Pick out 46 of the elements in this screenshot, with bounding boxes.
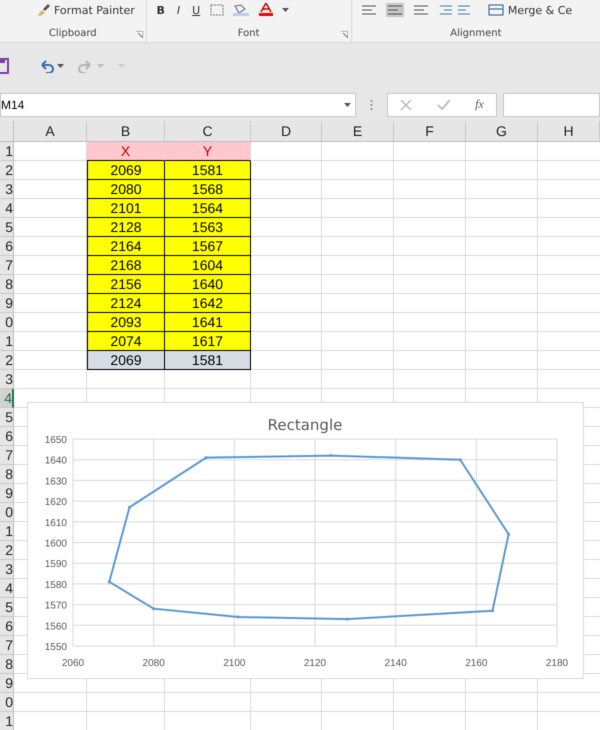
table-cell: 2074	[87, 332, 165, 351]
group-label: Clipboard	[48, 28, 97, 39]
table-cell: 1568	[165, 180, 251, 199]
table-cell: 2124	[87, 294, 165, 313]
axis-label: 2120	[304, 658, 326, 669]
axis-label: 1580	[44, 580, 67, 591]
axis-label: 2140	[384, 658, 407, 669]
group-label: Font	[238, 28, 260, 39]
table-cell: 2093	[87, 313, 165, 332]
table-cell: 1581	[165, 351, 251, 370]
table-cell: 2156	[87, 275, 165, 294]
axis-label: 1620	[44, 497, 67, 508]
table-cell: 2080	[87, 180, 165, 199]
table-cell: 1617	[165, 332, 251, 351]
table-cell: 1581	[165, 161, 251, 180]
axis-label: 1570	[44, 600, 67, 612]
axis-label: 1560	[44, 621, 67, 632]
axis-label: 2100	[223, 658, 246, 669]
axis-label: 2160	[465, 658, 488, 669]
chart-title: Rectangle	[268, 416, 342, 434]
table-cell: 2069	[87, 351, 165, 370]
axis-label: 1610	[44, 518, 67, 529]
axis-label: 1590	[44, 559, 67, 570]
table-cell: 2101	[87, 199, 165, 218]
table-cell: 2168	[87, 256, 165, 275]
axis-label: 1630	[44, 476, 67, 488]
group-label: Alignment	[450, 28, 502, 39]
table-cell: 1641	[165, 313, 251, 332]
table-cell: 1567	[165, 237, 251, 256]
axis-label: 1650	[44, 435, 67, 446]
table-cell: 2164	[87, 237, 165, 256]
table-cell: 2069	[87, 161, 165, 180]
axis-label: 2080	[142, 658, 165, 669]
table-cell: 1564	[165, 199, 251, 218]
axis-label: 1550	[44, 642, 67, 653]
axis-label: 2180	[546, 658, 568, 669]
axis-label: 1600	[44, 538, 67, 550]
axis-label: 2060	[62, 658, 84, 669]
table-cell: 1642	[165, 294, 251, 313]
axis-label: 1640	[44, 456, 67, 467]
table-cell: 1604	[165, 256, 251, 275]
table-cell: X	[87, 142, 165, 161]
table-cell: 1640	[165, 275, 251, 294]
table-cell: 2128	[87, 218, 165, 237]
table-cell: 1563	[165, 218, 251, 237]
table-cell: Y	[165, 142, 251, 161]
